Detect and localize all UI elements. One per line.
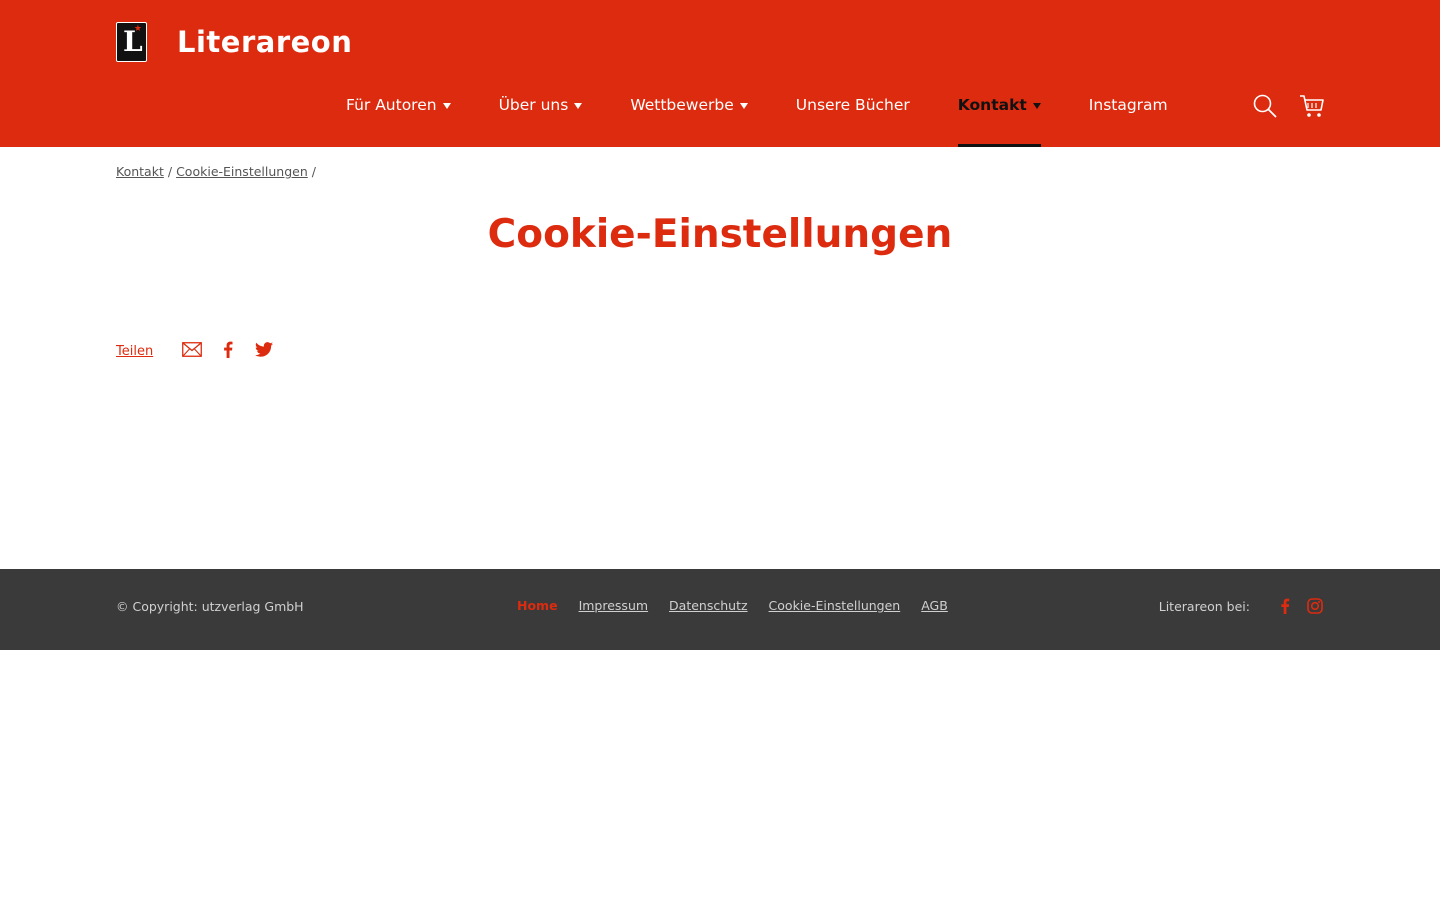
- facebook-icon[interactable]: [1276, 597, 1294, 615]
- nav-item-label: Über uns: [498, 96, 569, 114]
- site-footer: © Copyright: utzverlag GmbH Home Impress…: [0, 569, 1440, 650]
- caret-down-icon: [442, 103, 451, 109]
- instagram-icon[interactable]: [1306, 597, 1324, 615]
- nav-item-label: Für Autoren: [346, 96, 437, 114]
- breadcrumb: Kontakt / Cookie-Einstellungen /: [116, 164, 320, 179]
- logo-link[interactable]: L ★ Literareon: [116, 22, 352, 62]
- nav-item-label: Unsere Bücher: [795, 96, 910, 114]
- footer-link-datenschutz[interactable]: Datenschutz: [669, 598, 748, 613]
- nav-item-label: Instagram: [1088, 96, 1168, 114]
- nav-item-wettbewerbe[interactable]: Wettbewerbe: [630, 84, 748, 147]
- social-label: Literareon bei:: [1158, 598, 1250, 614]
- email-icon[interactable]: [181, 338, 203, 360]
- nav-item-fur-autoren[interactable]: Für Autoren: [346, 84, 451, 147]
- nav-item-label: Kontakt: [957, 96, 1027, 114]
- nav-item-label: Wettbewerbe: [630, 96, 734, 114]
- nav-item-kontakt[interactable]: Kontakt: [957, 84, 1041, 147]
- share-link[interactable]: Teilen: [116, 344, 153, 359]
- breadcrumb-link-cookie-einstellungen[interactable]: Cookie-Einstellungen: [176, 164, 308, 179]
- page-title: Cookie-Einstellungen: [487, 212, 953, 257]
- footer-link-impressum[interactable]: Impressum: [579, 598, 648, 613]
- site-name: Literareon: [177, 25, 353, 59]
- caret-down-icon: [574, 103, 583, 109]
- logo: L ★: [116, 22, 147, 62]
- breadcrumb-separator: /: [167, 164, 173, 179]
- footer-link-home[interactable]: Home: [517, 598, 558, 613]
- search-icon[interactable]: [1252, 93, 1278, 119]
- twitter-icon[interactable]: [253, 338, 275, 360]
- share-bar: Teilen: [116, 338, 289, 360]
- nav-item-unsere-bucher[interactable]: Unsere Bücher: [796, 84, 910, 147]
- logo-star: ★: [133, 24, 142, 34]
- footer-link-agb[interactable]: AGB: [921, 598, 948, 613]
- breadcrumb-link-kontakt[interactable]: Kontakt: [116, 164, 164, 179]
- main-nav: Für Autoren Über uns Wettbewerbe Unsere …: [346, 84, 1216, 147]
- nav-item-uber-uns[interactable]: Über uns: [499, 84, 583, 147]
- nav-item-instagram[interactable]: Instagram: [1089, 84, 1168, 147]
- footer-link-cookie-einstellungen[interactable]: Cookie-Einstellungen: [769, 598, 901, 613]
- footer-nav: Home Impressum Datenschutz Cookie-Einste…: [517, 598, 969, 613]
- breadcrumb-separator: /: [311, 164, 316, 179]
- facebook-icon[interactable]: [217, 338, 239, 360]
- copyright-text: © Copyright: utzverlag GmbH: [116, 599, 304, 614]
- social-links: Literareon bei:: [1159, 597, 1324, 615]
- caret-down-icon: [1032, 103, 1041, 109]
- caret-down-icon: [739, 103, 748, 109]
- site-header: L ★ Literareon Für Autoren Über uns Wett…: [0, 0, 1440, 147]
- cart-icon[interactable]: [1299, 93, 1325, 119]
